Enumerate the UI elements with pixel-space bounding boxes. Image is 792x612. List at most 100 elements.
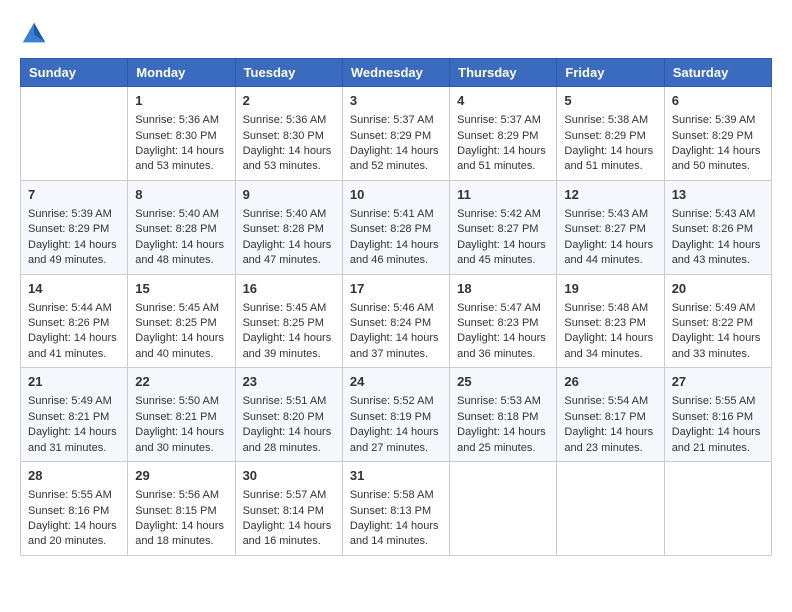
sunset-text: Sunset: 8:29 PM	[564, 129, 656, 144]
sunset-text: Sunset: 8:29 PM	[350, 129, 442, 144]
sunrise-text: Sunrise: 5:58 AM	[350, 488, 442, 503]
daylight-text: Daylight: 14 hours and 53 minutes.	[135, 144, 227, 175]
daylight-text: Daylight: 14 hours and 30 minutes.	[135, 425, 227, 456]
day-number: 10	[350, 186, 442, 204]
calendar-cell: 21Sunrise: 5:49 AMSunset: 8:21 PMDayligh…	[21, 368, 128, 462]
daylight-text: Daylight: 14 hours and 27 minutes.	[350, 425, 442, 456]
sunset-text: Sunset: 8:29 PM	[28, 222, 120, 237]
sunrise-text: Sunrise: 5:48 AM	[564, 301, 656, 316]
daylight-text: Daylight: 14 hours and 45 minutes.	[457, 238, 549, 269]
header-day: Tuesday	[235, 59, 342, 87]
sunset-text: Sunset: 8:30 PM	[243, 129, 335, 144]
sunset-text: Sunset: 8:27 PM	[564, 222, 656, 237]
sunset-text: Sunset: 8:13 PM	[350, 504, 442, 519]
sunset-text: Sunset: 8:25 PM	[135, 316, 227, 331]
calendar-cell: 17Sunrise: 5:46 AMSunset: 8:24 PMDayligh…	[342, 274, 449, 368]
sunset-text: Sunset: 8:30 PM	[135, 129, 227, 144]
sunrise-text: Sunrise: 5:55 AM	[672, 394, 764, 409]
calendar-cell: 8Sunrise: 5:40 AMSunset: 8:28 PMDaylight…	[128, 180, 235, 274]
calendar-cell: 24Sunrise: 5:52 AMSunset: 8:19 PMDayligh…	[342, 368, 449, 462]
daylight-text: Daylight: 14 hours and 46 minutes.	[350, 238, 442, 269]
daylight-text: Daylight: 14 hours and 33 minutes.	[672, 331, 764, 362]
sunrise-text: Sunrise: 5:37 AM	[350, 113, 442, 128]
sunset-text: Sunset: 8:29 PM	[457, 129, 549, 144]
day-number: 17	[350, 280, 442, 298]
daylight-text: Daylight: 14 hours and 36 minutes.	[457, 331, 549, 362]
day-number: 2	[243, 92, 335, 110]
daylight-text: Daylight: 14 hours and 51 minutes.	[564, 144, 656, 175]
daylight-text: Daylight: 14 hours and 48 minutes.	[135, 238, 227, 269]
daylight-text: Daylight: 14 hours and 49 minutes.	[28, 238, 120, 269]
day-number: 11	[457, 186, 549, 204]
day-number: 23	[243, 373, 335, 391]
header	[20, 20, 772, 48]
calendar-cell: 1 Sunrise: 5:36 AMSunset: 8:30 PMDaylight…	[128, 87, 235, 181]
daylight-text: Daylight: 14 hours and 14 minutes.	[350, 519, 442, 550]
sunset-text: Sunset: 8:26 PM	[28, 316, 120, 331]
sunset-text: Sunset: 8:28 PM	[350, 222, 442, 237]
sunset-text: Sunset: 8:14 PM	[243, 504, 335, 519]
sunrise-text: Sunrise: 5:45 AM	[243, 301, 335, 316]
sunrise-text: Sunrise: 5:46 AM	[350, 301, 442, 316]
day-number: 20	[672, 280, 764, 298]
sunrise-text: Sunrise: 5:53 AM	[457, 394, 549, 409]
calendar-cell	[450, 462, 557, 556]
calendar-cell: 5Sunrise: 5:38 AMSunset: 8:29 PMDaylight…	[557, 87, 664, 181]
daylight-text: Daylight: 14 hours and 50 minutes.	[672, 144, 764, 175]
day-number: 6	[672, 92, 764, 110]
sunrise-text: Sunrise: 5:36 AM	[135, 113, 227, 128]
calendar-header: SundayMondayTuesdayWednesdayThursdayFrid…	[21, 59, 772, 87]
sunrise-text: Sunrise: 5:39 AM	[28, 207, 120, 222]
header-day: Wednesday	[342, 59, 449, 87]
sunrise-text: Sunrise: 5:43 AM	[672, 207, 764, 222]
day-number: 25	[457, 373, 549, 391]
calendar-cell: 12Sunrise: 5:43 AMSunset: 8:27 PMDayligh…	[557, 180, 664, 274]
daylight-text: Daylight: 14 hours and 23 minutes.	[564, 425, 656, 456]
calendar-cell: 6 Sunrise: 5:39 AMSunset: 8:29 PMDaylight…	[664, 87, 771, 181]
sunset-text: Sunset: 8:28 PM	[135, 222, 227, 237]
daylight-text: Daylight: 14 hours and 47 minutes.	[243, 238, 335, 269]
sunset-text: Sunset: 8:29 PM	[672, 129, 764, 144]
sunrise-text: Sunrise: 5:52 AM	[350, 394, 442, 409]
calendar-cell: 7Sunrise: 5:39 AMSunset: 8:29 PMDaylight…	[21, 180, 128, 274]
calendar-cell: 20Sunrise: 5:49 AMSunset: 8:22 PMDayligh…	[664, 274, 771, 368]
day-number: 4	[457, 92, 549, 110]
day-number: 14	[28, 280, 120, 298]
daylight-text: Daylight: 14 hours and 44 minutes.	[564, 238, 656, 269]
sunset-text: Sunset: 8:15 PM	[135, 504, 227, 519]
header-day: Thursday	[450, 59, 557, 87]
daylight-text: Daylight: 14 hours and 28 minutes.	[243, 425, 335, 456]
sunset-text: Sunset: 8:17 PM	[564, 410, 656, 425]
header-row: SundayMondayTuesdayWednesdayThursdayFrid…	[21, 59, 772, 87]
sunset-text: Sunset: 8:16 PM	[672, 410, 764, 425]
day-number: 19	[564, 280, 656, 298]
sunrise-text: Sunrise: 5:57 AM	[243, 488, 335, 503]
sunset-text: Sunset: 8:21 PM	[28, 410, 120, 425]
sunrise-text: Sunrise: 5:45 AM	[135, 301, 227, 316]
daylight-text: Daylight: 14 hours and 31 minutes.	[28, 425, 120, 456]
day-number: 24	[350, 373, 442, 391]
calendar-cell: 4Sunrise: 5:37 AMSunset: 8:29 PMDaylight…	[450, 87, 557, 181]
daylight-text: Daylight: 14 hours and 16 minutes.	[243, 519, 335, 550]
day-number: 1	[135, 92, 227, 110]
calendar-cell: 30Sunrise: 5:57 AMSunset: 8:14 PMDayligh…	[235, 462, 342, 556]
daylight-text: Daylight: 14 hours and 51 minutes.	[457, 144, 549, 175]
header-day: Saturday	[664, 59, 771, 87]
daylight-text: Daylight: 14 hours and 25 minutes.	[457, 425, 549, 456]
calendar-cell: 11Sunrise: 5:42 AMSunset: 8:27 PMDayligh…	[450, 180, 557, 274]
calendar-cell: 26Sunrise: 5:54 AMSunset: 8:17 PMDayligh…	[557, 368, 664, 462]
daylight-text: Daylight: 14 hours and 18 minutes.	[135, 519, 227, 550]
sunrise-text: Sunrise: 5:43 AM	[564, 207, 656, 222]
sunrise-text: Sunrise: 5:39 AM	[672, 113, 764, 128]
sunset-text: Sunset: 8:26 PM	[672, 222, 764, 237]
calendar-cell: 25Sunrise: 5:53 AMSunset: 8:18 PMDayligh…	[450, 368, 557, 462]
day-number: 16	[243, 280, 335, 298]
sunrise-text: Sunrise: 5:40 AM	[135, 207, 227, 222]
calendar-cell: 13Sunrise: 5:43 AMSunset: 8:26 PMDayligh…	[664, 180, 771, 274]
calendar-cell: 3Sunrise: 5:37 AMSunset: 8:29 PMDaylight…	[342, 87, 449, 181]
day-number: 26	[564, 373, 656, 391]
sunrise-text: Sunrise: 5:55 AM	[28, 488, 120, 503]
sunset-text: Sunset: 8:16 PM	[28, 504, 120, 519]
calendar-cell: 18Sunrise: 5:47 AMSunset: 8:23 PMDayligh…	[450, 274, 557, 368]
day-number: 27	[672, 373, 764, 391]
